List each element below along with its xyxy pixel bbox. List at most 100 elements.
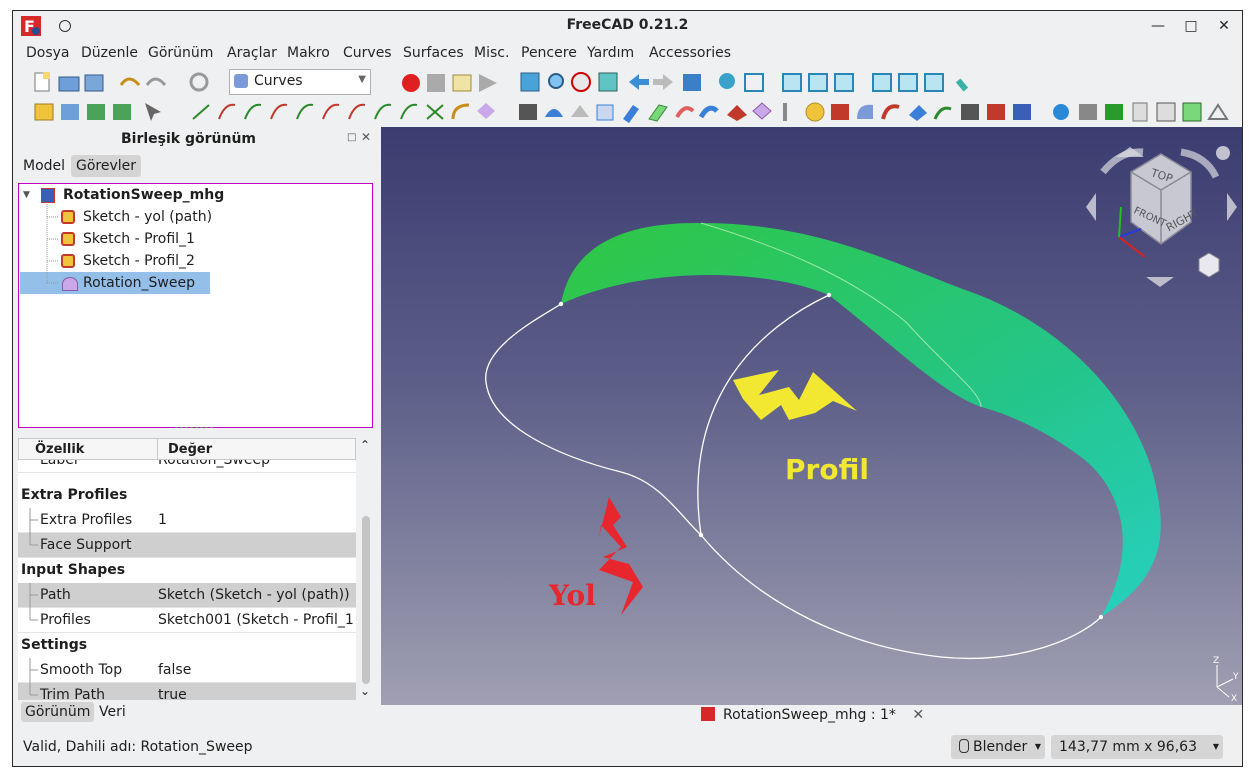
menu-araclar[interactable]: Araçlar [227,45,277,61]
path-label: Yol [548,579,596,612]
axis-triad: Z Y X [1213,656,1239,704]
vertex-point[interactable] [698,532,704,538]
navigation-style-value: Blender [973,739,1028,755]
toolbar-row-2 [13,99,1242,127]
3d-scene[interactable]: Profil Yol TOP FRONT RIGHT Z Y X [381,127,1243,705]
stop-macro-icon [427,74,445,92]
vertex-point[interactable] [826,292,832,298]
refresh-icon [189,72,209,92]
property-row-extra-profiles[interactable]: Extra Profiles 1 [18,508,356,533]
axis-label-y: Y [1232,672,1239,682]
menu-misc[interactable]: Misc. [474,45,509,61]
undo-icon [119,77,141,87]
toolbar-row-1: Curves ▼ [13,69,1242,97]
property-row-profiles[interactable]: Profiles Sketch001 (Sketch - Profil_1... [18,608,356,633]
projection-cube-icon [1198,252,1220,278]
top-view-icon [808,73,828,92]
menu-dosya[interactable]: Dosya [26,45,70,61]
tree-item-label: Sketch - yol (path) [83,209,213,225]
cube-axis-x [1118,236,1146,258]
property-row-label[interactable]: Label Rotation_Sweep [18,460,356,473]
mouse-icon [959,739,969,753]
bounding-box-icon [598,72,618,92]
menu-pencere[interactable]: Pencere [521,45,577,61]
tab-gorevler[interactable]: Görevler [71,155,142,177]
group-settings[interactable]: Settings [18,633,356,658]
tab-gorunum[interactable]: Görünüm [21,702,95,722]
navigation-cube[interactable]: TOP FRONT RIGHT [1086,146,1237,287]
open-folder-icon [58,76,80,92]
combo-view-title: Birleşik görünüm [121,131,257,147]
property-row-path[interactable]: Path Sketch (Sketch - yol (path)) [... [18,583,356,608]
chevron-down-icon: ▼ [1034,742,1041,751]
close-panel-icon[interactable]: ✕ [361,130,371,144]
workbench-selector[interactable]: Curves ▼ [229,69,371,95]
minimize-button[interactable]: — [1147,15,1169,37]
rotate-left-icon [1086,193,1096,221]
dimensions-display[interactable]: 143,77 mm x 96,63 mm ▼ [1051,735,1223,766]
axis-label-z: Z [1213,656,1219,666]
cube-axis-z [1118,206,1122,238]
run-macro-icon [479,74,497,92]
menu-accessories[interactable]: Accessories [649,45,731,61]
property-row-face-support[interactable]: Face Support [18,533,356,558]
edit-macro-icon [452,74,472,92]
document-tab[interactable]: RotationSweep_mhg : 1* ✕ [701,707,924,723]
property-row-trim-path[interactable]: Trim Path true [18,683,356,700]
scroll-up-icon[interactable]: ⌃ [360,438,370,452]
property-key: Smooth Top [40,662,123,678]
navigation-style-selector[interactable]: Blender ▼ [951,735,1045,759]
back-view-icon [629,74,649,90]
profile-arrow-icon [733,370,857,420]
status-bar: Valid, Dahili adı: Rotation_Sweep Blende… [13,731,1242,766]
property-value: true [158,687,187,700]
sync-view-icon [683,74,701,91]
menu-gorunum[interactable]: Görünüm [148,45,213,61]
rotate-right-icon [1227,193,1237,221]
property-key: Face Support [40,537,132,553]
sweep-surface[interactable] [561,222,1161,617]
right-view-icon [834,73,854,92]
3d-viewport[interactable]: Profil Yol TOP FRONT RIGHT Z Y X [381,127,1243,705]
property-value: Sketch001 (Sketch - Profil_1... [158,612,354,628]
redo-icon [145,77,167,87]
header-deger[interactable]: Değer [168,442,212,457]
group-input-shapes[interactable]: Input Shapes [18,558,356,583]
toolbar-icons-1 [34,72,969,92]
group-extra-profiles[interactable]: Extra Profiles [18,483,356,508]
float-panel-icon[interactable]: □ [347,132,356,143]
tab-veri[interactable]: Veri [95,702,130,722]
splitter-handle[interactable] [175,427,213,434]
header-divider [157,439,158,459]
rear-view-icon [872,73,892,92]
tab-model[interactable]: Model [18,155,70,177]
fit-selection-icon [548,73,564,89]
property-value: 1 [158,512,167,528]
menu-makro[interactable]: Makro [287,45,330,61]
menu-surfaces[interactable]: Surfaces [403,45,464,61]
scroll-down-icon[interactable]: ⌄ [360,684,370,698]
property-scrollbar[interactable]: ⌃ ⌄ [359,438,373,700]
view-menu-icon [1216,146,1230,160]
menu-yardim[interactable]: Yardım [587,45,634,61]
maximize-button[interactable]: □ [1180,15,1202,37]
dimensions-value: 143,77 mm x 96,63 mm [1059,739,1197,766]
measure-icon [955,78,969,92]
menu-duzenle[interactable]: Düzenle [81,45,138,61]
scrollbar-thumb[interactable] [362,516,370,684]
model-tree: ▼ RotationSweep_mhg Sketch - yol (path) … [18,183,373,428]
menu-curves[interactable]: Curves [343,45,392,61]
close-button[interactable]: ✕ [1213,15,1235,37]
vertex-point[interactable] [558,301,564,307]
property-row-smooth-top[interactable]: Smooth Top false [18,658,356,683]
isometric-view-icon [744,73,764,92]
tree-connector-lines [46,204,59,284]
cube-axis-y [1118,228,1142,238]
profile-label: Profil [785,453,869,486]
close-tab-icon[interactable]: ✕ [912,707,924,723]
draw-style-icon [571,72,591,92]
window-title: FreeCAD 0.21.2 [566,17,689,33]
rotate-down-icon [1146,277,1174,287]
vertex-point[interactable] [1098,614,1104,620]
header-ozellik[interactable]: Özellik [35,442,84,457]
